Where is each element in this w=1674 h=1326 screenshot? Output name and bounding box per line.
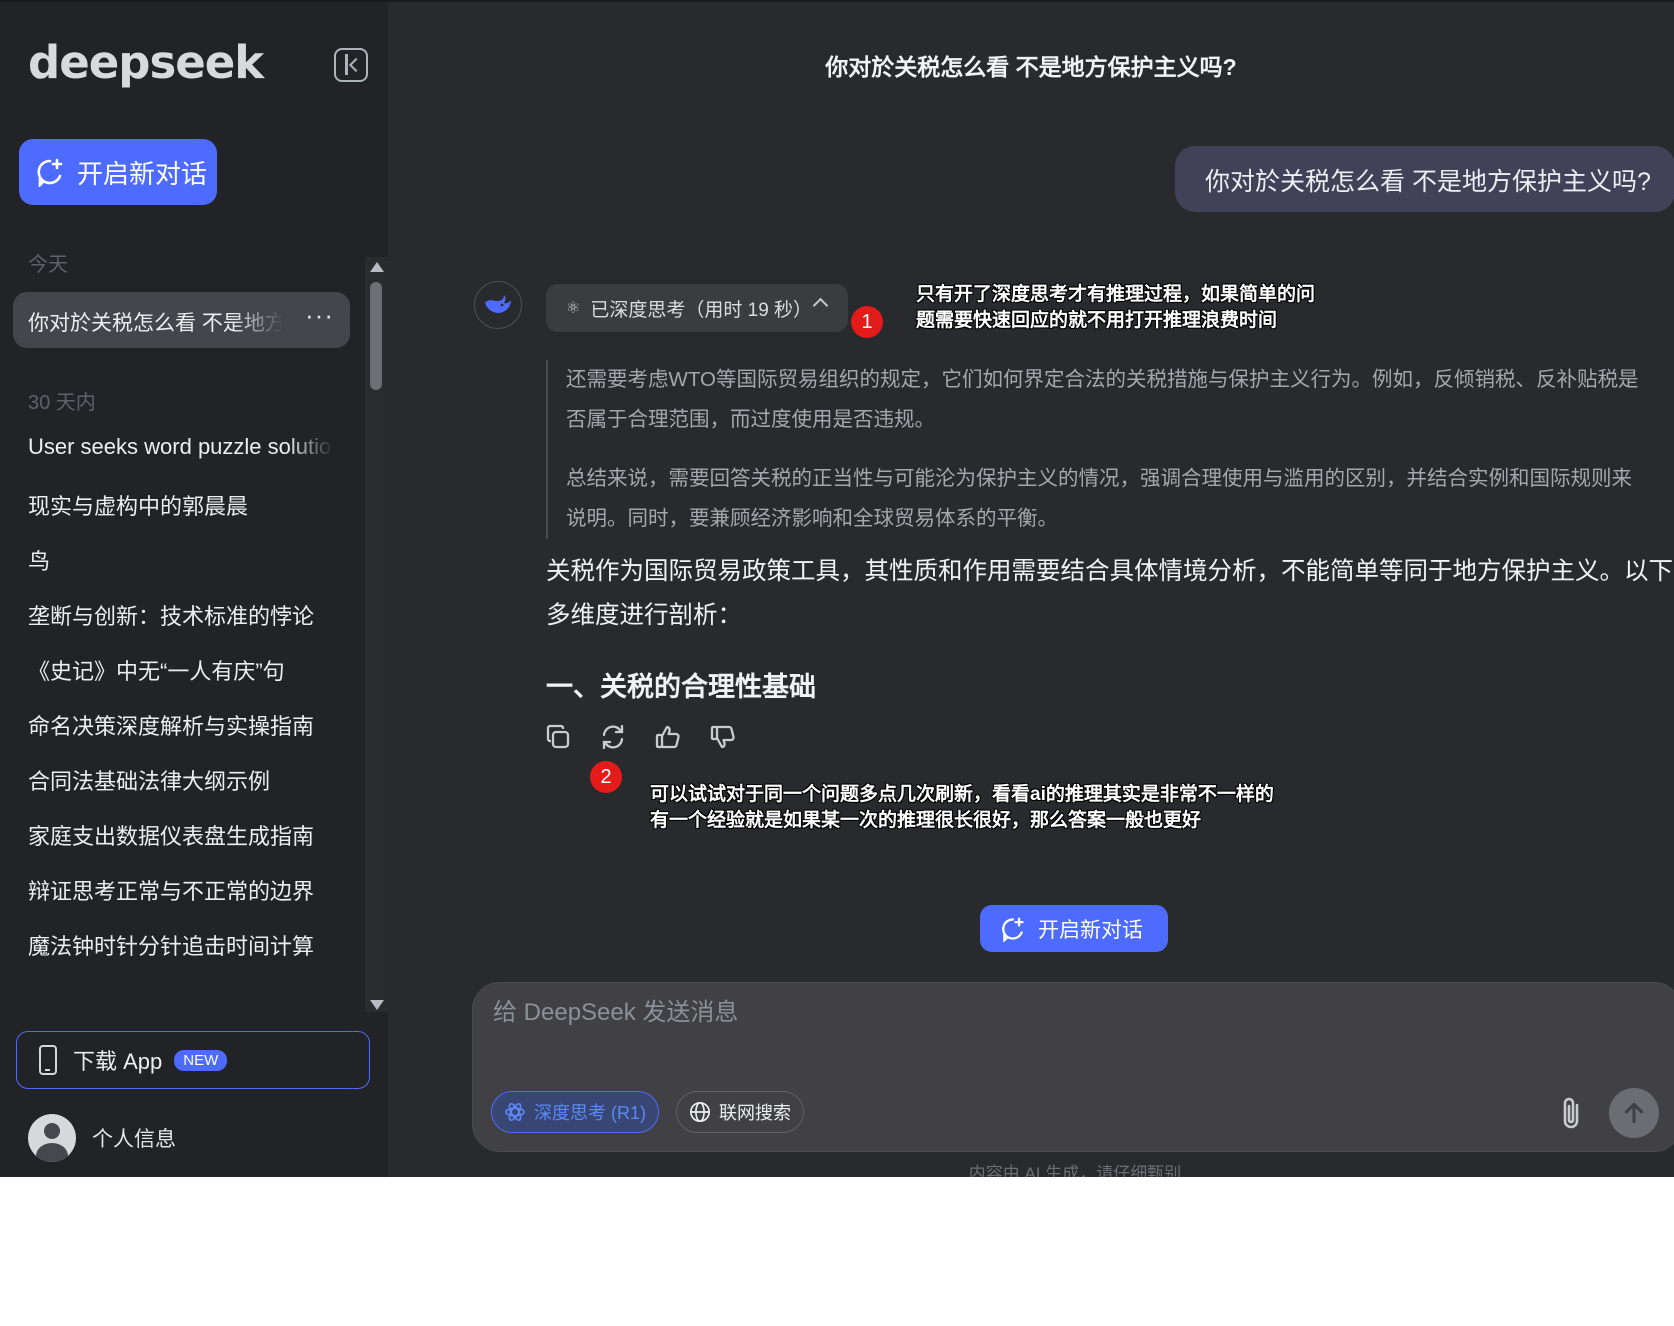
sidebar-item[interactable]: 鸟 bbox=[28, 544, 333, 576]
new-chat-button-center[interactable]: 开启新对话 bbox=[980, 905, 1168, 952]
answer-line: 多维度进行剖析： bbox=[546, 602, 742, 629]
sidebar-item[interactable]: 合同法基础法律大纲示例 bbox=[28, 764, 333, 796]
paperclip-icon[interactable] bbox=[1555, 1093, 1589, 1133]
new-chat-label: 开启新对话 bbox=[1038, 918, 1143, 942]
answer-text: 关税作为国际贸易政策工具，其性质和作用需要结合具体情境分析，不能简单等同于地方保… bbox=[546, 550, 1674, 638]
chevron-up-icon bbox=[812, 297, 829, 314]
annotation-marker-2: 2 bbox=[590, 761, 622, 793]
annotation-text-2: 可以试试对于同一个问题多点几次刷新，看看ai的推理其实是非常不一样的 有一个经验… bbox=[650, 782, 1274, 834]
copy-icon[interactable] bbox=[544, 720, 572, 754]
annotation-line: 只有开了深度思考才有推理过程，如果简单的问 bbox=[916, 284, 1316, 305]
download-app-button[interactable]: 下载 App NEW bbox=[16, 1031, 370, 1089]
new-chat-label: 开启新对话 bbox=[77, 158, 208, 189]
annotation-line: 题需要快速回应的就不用打开推理浪费时间 bbox=[916, 310, 1278, 331]
arrow-up-icon bbox=[1624, 1102, 1644, 1124]
phone-icon bbox=[39, 1045, 57, 1075]
annotation-line: 有一个经验就是如果某一次的推理很长很好，那么答案一般也更好 bbox=[650, 810, 1202, 831]
web-search-toggle[interactable]: 联网搜索 bbox=[676, 1091, 804, 1133]
scrollbar-thumb[interactable] bbox=[370, 282, 382, 390]
sidebar-item[interactable]: User seeks word puzzle solution bbox=[28, 434, 333, 460]
user-message: 你对於关税怎么看 不是地方保护主义吗? bbox=[1175, 146, 1674, 212]
think-label: 已深度思考（用时 19 秒） bbox=[590, 299, 813, 321]
sidebar-item[interactable]: 现实与虚构中的郭晨晨 bbox=[28, 489, 333, 521]
scroll-up-arrow-icon[interactable] bbox=[370, 262, 384, 272]
reasoning-line: 还需要考虑WTO等国际贸易组织的规定，它们如何界定合法的关税措施与保护主义行为。… bbox=[566, 368, 1639, 431]
thumbs-down-icon[interactable] bbox=[709, 720, 737, 754]
web-search-label: 联网搜索 bbox=[719, 1103, 791, 1123]
chat-plus-icon bbox=[1002, 916, 1024, 942]
deep-think-label: 深度思考 (R1) bbox=[534, 1103, 646, 1123]
chat-plus-icon bbox=[35, 157, 65, 189]
profile-label: 个人信息 bbox=[92, 1128, 176, 1151]
section-30-days: 30 天内 bbox=[28, 392, 96, 414]
answer-line: 关税作为国际贸易政策工具，其性质和作用需要结合具体情境分析，不能简单等同于地方保… bbox=[546, 558, 1674, 585]
section-today: 今天 bbox=[28, 254, 68, 276]
sidebar-item[interactable]: 《史记》中无“一人有庆”句 bbox=[28, 654, 333, 686]
download-label: 下载 App bbox=[73, 1049, 163, 1074]
thumbs-up-icon[interactable] bbox=[654, 720, 682, 754]
sidebar-item[interactable]: 魔法钟时针分针追击时间计算 bbox=[28, 929, 333, 961]
page-title: 你对於关税怎么看 不是地方保护主义吗? bbox=[825, 54, 1237, 80]
sidebar-item-label: 你对於关税怎么看 不是地方保护主义吗? bbox=[28, 312, 283, 335]
annotation-text-1: 只有开了深度思考才有推理过程，如果简单的问 题需要快速回应的就不用打开推理浪费时… bbox=[916, 282, 1315, 334]
deepseek-whale-icon bbox=[474, 281, 522, 329]
annotation-line: 可以试试对于同一个问题多点几次刷新，看看ai的推理其实是非常不一样的 bbox=[650, 784, 1274, 805]
new-chat-button[interactable]: 开启新对话 bbox=[19, 139, 217, 205]
profile-button[interactable]: 个人信息 bbox=[28, 1114, 176, 1162]
send-button[interactable] bbox=[1609, 1088, 1659, 1138]
sidebar-item[interactable]: 家庭支出数据仪表盘生成指南 bbox=[28, 819, 333, 851]
deep-think-r1-toggle[interactable]: 深度思考 (R1) bbox=[491, 1091, 659, 1133]
sidebar-item[interactable]: 命名决策深度解析与实操指南 bbox=[28, 709, 333, 741]
sidebar-collapse-icon[interactable] bbox=[334, 48, 368, 82]
atom-icon: ⚛ bbox=[566, 300, 581, 317]
sidebar-item[interactable]: 辩证思考正常与不正常的边界 bbox=[28, 874, 333, 906]
sidebar: deepseek 开启新对话 今天 你对於关税怎么看 不是地方保护主义吗? ··… bbox=[0, 2, 388, 1177]
ai-disclaimer: 内容由 AI 生成，请仔细甄别 bbox=[968, 1164, 1182, 1177]
deepseek-logo[interactable]: deepseek bbox=[28, 36, 264, 89]
app-window: deepseek 开启新对话 今天 你对於关税怎么看 不是地方保护主义吗? ··… bbox=[0, 0, 1674, 1177]
user-avatar-icon bbox=[28, 1114, 76, 1162]
refresh-icon[interactable] bbox=[599, 720, 627, 754]
reasoning-block: 还需要考虑WTO等国际贸易组织的规定，它们如何界定合法的关税措施与保护主义行为。… bbox=[546, 360, 1674, 539]
message-composer: 深度思考 (R1) 联网搜索 bbox=[472, 982, 1674, 1152]
globe-icon bbox=[690, 1102, 710, 1122]
ellipsis-icon[interactable]: ··· bbox=[305, 300, 334, 331]
atom-icon bbox=[505, 1103, 525, 1121]
annotation-marker-1: 1 bbox=[851, 306, 883, 338]
message-actions bbox=[544, 720, 737, 754]
message-input[interactable] bbox=[493, 999, 1393, 1027]
reasoning-line: 总结来说，需要回答关税的正当性与可能沦为保护主义的情况，强调合理使用与滥用的区别… bbox=[566, 467, 1632, 530]
sidebar-item[interactable]: 垄断与创新：技术标准的悖论 bbox=[28, 599, 333, 631]
deep-think-toggle[interactable]: ⚛ 已深度思考（用时 19 秒） bbox=[546, 284, 848, 332]
answer-heading: 一、关税的合理性基础 bbox=[546, 672, 816, 702]
new-badge: NEW bbox=[174, 1049, 228, 1071]
scroll-down-arrow-icon[interactable] bbox=[370, 1000, 384, 1010]
sidebar-item-active[interactable]: 你对於关税怎么看 不是地方保护主义吗? ··· bbox=[13, 292, 350, 348]
